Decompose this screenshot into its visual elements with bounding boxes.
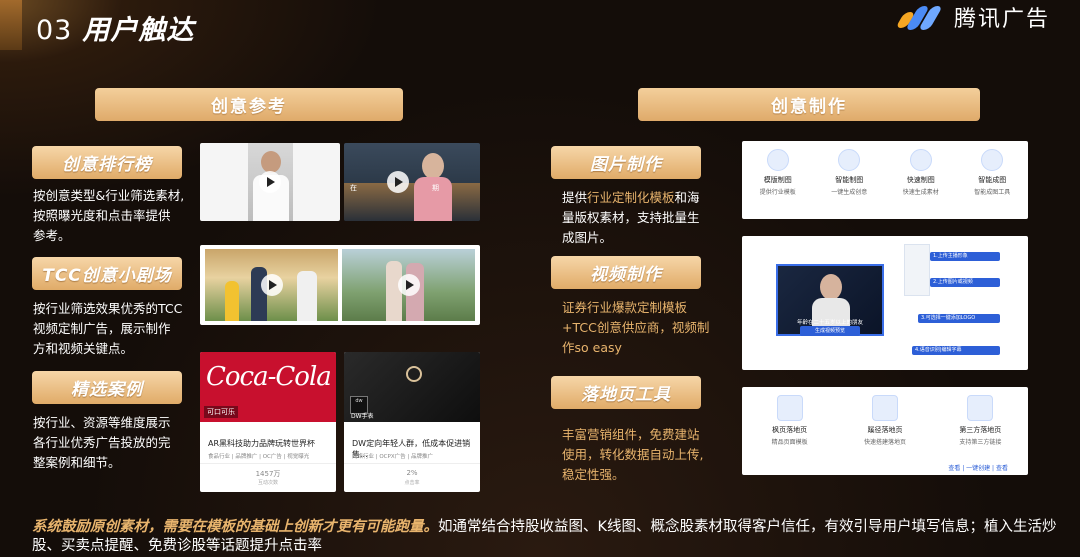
subhead-video-production[interactable]: 视频制作	[545, 251, 707, 294]
tool-template-image[interactable]: 模版制图 提供行业模板	[742, 141, 814, 219]
video-editor-panel: 年龄在二十五岁以上的朋友 生成视频预览 1.上传主播形象 2.上传图片或视频 3…	[742, 236, 1028, 370]
step-subtitles[interactable]: 4.语音识别|编辑字幕	[912, 346, 1000, 355]
subhead-creative-ranking[interactable]: 创意排行榜	[26, 141, 188, 184]
generate-preview-button[interactable]: 生成视频预览	[800, 326, 860, 336]
section-header-creative-production: 创意制作	[638, 88, 980, 121]
video-thumbnail-girls[interactable]	[342, 249, 475, 321]
tool-quick-image[interactable]: 快速制图 快速生成素材	[885, 141, 957, 219]
step-upload-media[interactable]: 2.上传图片或视频	[930, 278, 1000, 287]
template-icon	[766, 149, 789, 171]
video-thumbnail-doctor[interactable]	[200, 143, 340, 221]
tool-auto-image[interactable]: 智能成图 智能成图工具	[957, 141, 1029, 219]
cocacola-logo: Coca-Cola	[206, 362, 332, 392]
dw-image: dw DW手表	[344, 352, 480, 422]
tool-third-party-landing[interactable]: 第三方落地页 支持第三方链接	[933, 387, 1028, 463]
external-link-icon	[967, 395, 994, 421]
footer-note: 系统鼓励原创素材，需要在模板的基础上创新才更有可能跑量。如通常结合持股收益图、K…	[32, 518, 1062, 556]
subhead-landing-page-tool[interactable]: 落地页工具	[545, 371, 707, 414]
case-overlay-label: DW手表	[351, 413, 374, 420]
tencent-ads-logo-icon	[895, 4, 946, 30]
footer-highlight: 系统鼓励原创素材，需要在模板的基础上创新才更有可能跑量。	[32, 519, 438, 535]
desc-creative-ranking: 按创意类型&行业筛选素材, 按照曝光度和点击率提供 参考。	[33, 188, 185, 243]
page-number: 03	[36, 15, 73, 46]
video-thumbnail-host[interactable]: 在 期	[344, 143, 480, 221]
landing-page-icon	[776, 395, 803, 421]
case-stat: 2%	[406, 469, 418, 477]
auto-image-icon	[981, 149, 1004, 171]
step-add-logo[interactable]: 3.可选择一键添加LOGO	[918, 314, 1000, 323]
case-title: AR黑科技助力品牌玩转世界杯	[208, 439, 316, 448]
case-stat-label: 点击率	[404, 480, 420, 486]
tcc-video-panel	[200, 245, 480, 325]
tool-maple-landing[interactable]: 枫页落地页 精品页面模板	[742, 387, 837, 463]
path-page-icon	[871, 395, 898, 421]
play-icon[interactable]	[397, 274, 420, 296]
smart-image-icon	[838, 149, 861, 171]
cocacola-image: Coca-Cola 可口可乐	[200, 352, 336, 422]
desc-video-production: 证券行业爆款定制模板 +TCC创意供应商，视频制 作so easy	[562, 300, 710, 355]
video-caption: 在	[350, 184, 357, 192]
case-tags: 食品行业 | 品牌推广 | OC广告 | 视觉曝光	[208, 454, 310, 460]
video-subtitle: 年龄在二十五岁以上的朋友	[796, 320, 863, 326]
case-stat: 1457万	[255, 470, 281, 478]
subhead-featured-cases[interactable]: 精选案例	[26, 366, 188, 409]
subhead-tcc-theater[interactable]: TCC创意小剧场	[26, 252, 188, 295]
image-tools-panel: 模版制图 提供行业模板 智能制图 一键生成创意 快速制图 快速生成素材 智能成图…	[742, 141, 1028, 219]
title-accent-bar	[0, 0, 22, 50]
video-thumbnail-children[interactable]	[205, 249, 338, 321]
play-icon[interactable]	[387, 171, 410, 193]
landing-links[interactable]: 查看 | 一键创建 | 查看	[948, 463, 1008, 472]
case-card-dw[interactable]: dw DW手表 DW定向年轻人群，低成本促进销售... 网络行业 | OCPX广…	[344, 352, 480, 492]
desc-tcc-theater: 按行业筛选效果优秀的TCC 视频定制广告，展示制作 方和视频关键点。	[33, 301, 183, 356]
case-card-cocacola[interactable]: Coca-Cola 可口可乐 AR黑科技助力品牌玩转世界杯 食品行业 | 品牌推…	[200, 352, 336, 492]
subhead-image-production[interactable]: 图片制作	[545, 141, 707, 184]
play-icon[interactable]	[259, 171, 281, 193]
step-upload-avatar[interactable]: 1.上传主播形象	[930, 252, 1000, 261]
case-tags: 网络行业 | OCPX广告 | 品牌推广	[352, 454, 433, 460]
play-icon[interactable]	[260, 274, 283, 296]
tool-path-landing[interactable]: 蹊径落地页 快速搭建落地页	[837, 387, 932, 463]
case-stat-label: 互动次数	[257, 480, 278, 486]
brand-name: 腾讯广告	[953, 7, 1050, 32]
brand: 腾讯广告	[895, 2, 1050, 32]
section-header-creative-reference: 创意参考	[95, 88, 403, 121]
video-caption-2: 期	[432, 184, 439, 192]
landing-tools-panel: 枫页落地页 精品页面模板 蹊径落地页 快速搭建落地页 第三方落地页 支持第三方链…	[742, 387, 1028, 475]
page-title: 03 用户触达	[36, 8, 194, 47]
case-overlay-label: 可口可乐	[204, 406, 238, 418]
tool-smart-image[interactable]: 智能制图 一键生成创意	[814, 141, 886, 219]
desc-featured-cases: 按行业、资源等维度展示 各行业优秀广告投放的完 整案例和细节。	[33, 415, 171, 470]
desc-image-production: 提供行业定制化模板和海 量版权素材，支持批量生 成图片。	[562, 190, 700, 245]
quick-image-icon	[909, 149, 932, 171]
page-title-text: 用户触达	[82, 15, 195, 46]
desc-landing-page-tool: 丰富营销组件，免费建站 使用，转化数据自动上传, 稳定性强。	[562, 427, 704, 482]
